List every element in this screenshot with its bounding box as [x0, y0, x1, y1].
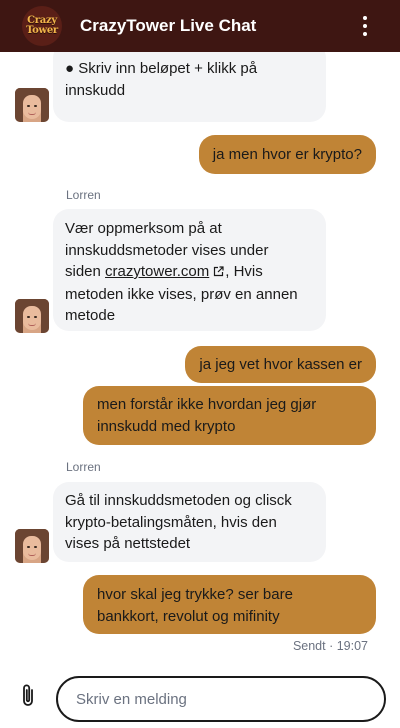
logo-text-line2: Tower: [26, 25, 58, 36]
user-message: men forstår ikke hvordan jeg gjør innsku…: [83, 386, 376, 445]
external-link-icon: [213, 262, 224, 284]
agent-avatar: [15, 299, 49, 333]
agent-avatar: [15, 88, 49, 122]
message-composer: [0, 662, 400, 728]
paperclip-icon[interactable]: [18, 683, 38, 709]
agent-message: Gå til innskuddsmetoden og clisck krypto…: [53, 482, 326, 562]
message-input[interactable]: [56, 676, 386, 722]
message-text: men forstår ikke hvordan jeg gjør innsku…: [97, 396, 317, 435]
crazytower-link[interactable]: crazytower.com: [105, 263, 209, 280]
crazytower-logo: Crazy Tower: [22, 6, 62, 46]
user-message: hvor skal jeg trykke? ser bare bankkort,…: [83, 575, 376, 634]
sender-name: Lorren: [66, 188, 101, 202]
agent-message: ● Skriv inn beløpet + klikk på innskudd: [53, 52, 326, 122]
message-list[interactable]: ● Skriv inn beløpet + klikk på innskudd …: [0, 52, 400, 662]
delivery-status: Sendt · 19:07: [292, 639, 368, 653]
message-text: ● Skriv inn beløpet + klikk på innskudd: [65, 60, 258, 99]
sender-name: Lorren: [66, 460, 101, 474]
chat-header: Crazy Tower CrazyTower Live Chat: [0, 0, 400, 52]
message-text: ja men hvor er krypto?: [212, 146, 362, 163]
message-text: ja jeg vet hvor kassen er: [199, 356, 362, 373]
user-message: ja jeg vet hvor kassen er: [185, 346, 376, 383]
agent-message: Vær oppmerksom på at innskuddsmetoder vi…: [53, 209, 326, 331]
message-text: Vær oppmerksom på at innskuddsmetoder vi…: [65, 218, 314, 327]
message-text: hvor skal jeg trykke? ser bare bankkort,…: [97, 586, 293, 625]
user-message: ja men hvor er krypto?: [198, 135, 376, 174]
agent-avatar: [15, 529, 49, 563]
message-text: Gå til innskuddsmetoden og clisck krypto…: [65, 492, 292, 552]
more-vertical-icon[interactable]: [360, 16, 370, 36]
chat-title: CrazyTower Live Chat: [80, 16, 257, 35]
